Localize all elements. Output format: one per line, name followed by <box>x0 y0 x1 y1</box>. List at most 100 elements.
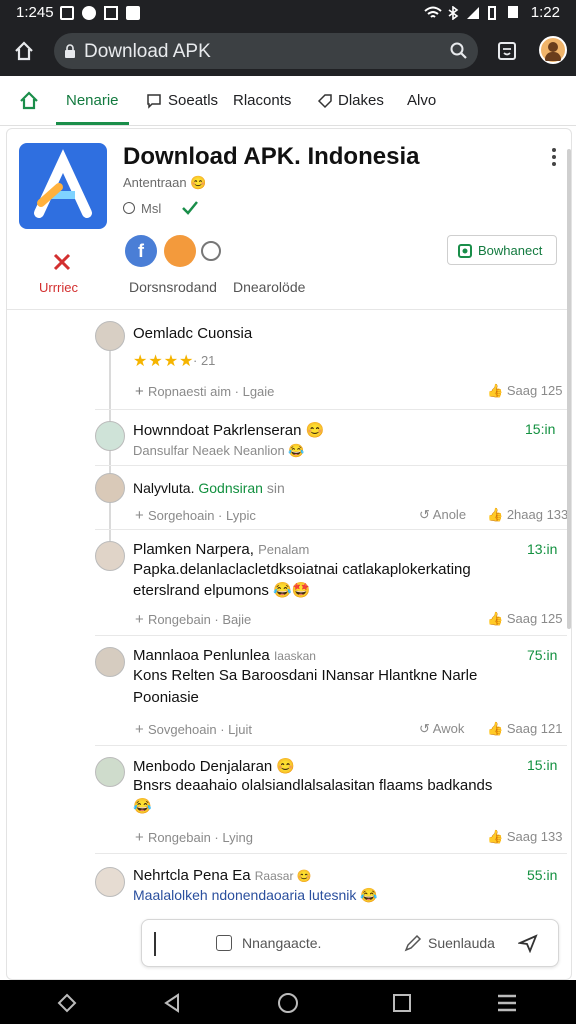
tab-dlakes[interactable]: Dlakes <box>338 92 384 109</box>
notification-icon <box>60 6 74 20</box>
scrollbar[interactable] <box>567 149 571 629</box>
download-button-label: Bowhanect <box>478 243 543 258</box>
item-time: 15:in <box>525 421 556 437</box>
attach-icon[interactable] <box>216 935 232 951</box>
profile-avatar[interactable] <box>539 36 567 64</box>
item-author-row: Mannlaoa Penlunlea Iaaskan <box>133 647 316 664</box>
item-author: Hownndoat Pakrlenseran 😊 <box>133 422 325 439</box>
verified-icon <box>182 201 198 215</box>
gallery-icon <box>104 6 118 20</box>
item-time: 15:in <box>527 757 558 773</box>
like-count[interactable]: 👍 2haag 133 <box>487 507 568 523</box>
recents-icon[interactable] <box>392 993 412 1013</box>
avatar <box>95 647 125 677</box>
item-author: Oemladc Cuonsia <box>133 325 253 342</box>
row-divider <box>95 409 567 410</box>
home-tab-icon[interactable] <box>19 91 39 111</box>
item-actions[interactable]: + Rongebain · Bajie <box>135 611 251 628</box>
tab-alvo[interactable]: Alvo <box>407 92 436 109</box>
thumb-icon: 👍 <box>487 383 507 398</box>
item-time: 75:in <box>527 647 558 663</box>
url-text: Download APK <box>84 41 211 62</box>
remove-label[interactable]: Urrriec <box>39 280 78 295</box>
like-count[interactable]: 👍 Saag 125 <box>487 611 562 627</box>
close-icon[interactable] <box>51 251 73 273</box>
row-divider <box>95 635 567 636</box>
signal-icon <box>467 7 479 19</box>
avatar <box>95 473 125 503</box>
download-button[interactable]: Bowhanect <box>447 235 557 265</box>
tag-icon <box>317 94 332 109</box>
browser-toolbar: Download APK <box>0 26 576 76</box>
bluetooth-icon <box>448 6 459 20</box>
back-icon[interactable] <box>162 992 182 1014</box>
app-subtitle: Antentraan 😊 <box>123 175 207 190</box>
rating-stars: ★★★★ <box>133 353 195 370</box>
more-options-icon[interactable] <box>551 147 557 167</box>
text-cursor <box>154 932 156 956</box>
status-time: 1:245 <box>16 4 54 21</box>
item-body: Kons Relten Sa Baroosdani INansar Hlantk… <box>133 667 478 684</box>
avatar <box>95 867 125 897</box>
header-divider <box>7 309 571 310</box>
search-icon[interactable] <box>450 42 468 60</box>
rating-count: · 21 <box>193 353 216 368</box>
share-icon[interactable] <box>164 235 196 267</box>
avatar <box>95 757 125 787</box>
assistant-icon[interactable] <box>56 992 78 1014</box>
status-clock: 1:22 <box>530 4 560 21</box>
like-count[interactable]: 👍 Saag 125 <box>487 383 562 399</box>
tab-strip: Nenarie Soeatls Rlaconts Dlakes Alvo <box>0 76 576 126</box>
address-bar[interactable]: Download APK <box>54 33 478 69</box>
tab-rlaconts[interactable]: Rlaconts <box>233 92 291 109</box>
info-icon <box>123 202 135 214</box>
tab-soeatls[interactable]: Soeatls <box>168 92 218 109</box>
row-divider <box>95 465 567 466</box>
app-title: Download APK. Indonesia <box>123 143 420 170</box>
reply-action[interactable]: ↺ Anole <box>419 507 466 523</box>
app-icon <box>19 143 107 229</box>
compose-bar[interactable]: Nnangaacte. Suenlauda <box>141 919 559 967</box>
item-author-row: Nalyvluta. Godnsiran sin <box>133 480 285 496</box>
avatar <box>95 421 125 451</box>
item-body: Maalalolkeh ndonendaoaria lutesnik 😂 <box>133 887 378 903</box>
send-icon[interactable] <box>518 933 538 953</box>
item-body: Papka.delanlaclacletdksoiatnai catlakapl… <box>133 561 471 578</box>
compose-action[interactable]: Suenlauda <box>428 935 495 951</box>
item-author: Menbodo Denjalaran 😊 <box>133 758 296 775</box>
compose-input[interactable]: Nnangaacte. <box>242 935 321 951</box>
tab-nenarie[interactable]: Nenarie <box>66 92 119 109</box>
app-link-2[interactable]: Dnearolöde <box>233 279 305 295</box>
item-author-row: Plamken Narpera, Penalam <box>133 541 310 558</box>
wifi-icon <box>424 6 442 18</box>
pen-icon <box>404 934 422 952</box>
reply-action[interactable]: ↺ Awok <box>419 721 464 737</box>
item-time: 13:in <box>527 541 558 557</box>
chat-icon <box>147 94 161 109</box>
home-nav-icon[interactable] <box>276 991 300 1015</box>
battery-icon <box>488 6 496 20</box>
item-body: Bnsrs deaahaio olalsiandlalsalasitan fla… <box>133 777 493 794</box>
active-tab-indicator <box>56 122 129 125</box>
row-divider <box>95 529 567 530</box>
app-link-1[interactable]: Dorsnsrodand <box>129 279 217 295</box>
item-actions[interactable]: + Sorgehoain · Lypic <box>135 507 256 524</box>
facebook-share-icon[interactable]: f <box>125 235 157 267</box>
download-icon <box>458 244 472 258</box>
item-body-2: Pooniasie <box>133 689 199 706</box>
menu-icon[interactable] <box>496 993 518 1013</box>
home-icon[interactable] <box>13 40 35 62</box>
app-meta: Msl <box>141 201 162 216</box>
row-divider <box>95 853 567 854</box>
like-count[interactable]: 👍 Saag 121 <box>487 721 562 737</box>
row-divider <box>95 745 567 746</box>
more-share-icon[interactable] <box>201 241 221 261</box>
like-count[interactable]: 👍 Saag 133 <box>487 829 562 845</box>
status-bar: 1:245 1:22 <box>0 0 576 26</box>
content-card: Download APK. Indonesia Antentraan 😊 Msl… <box>6 128 572 980</box>
tabs-icon[interactable] <box>497 41 517 61</box>
item-actions[interactable]: + Ropnaesti aim · Lgaie <box>135 383 274 400</box>
item-actions[interactable]: + Sovgehoain · Ljuit <box>135 721 252 738</box>
item-actions[interactable]: + Rongebain · Lying <box>135 829 253 846</box>
check-icon <box>126 6 140 20</box>
